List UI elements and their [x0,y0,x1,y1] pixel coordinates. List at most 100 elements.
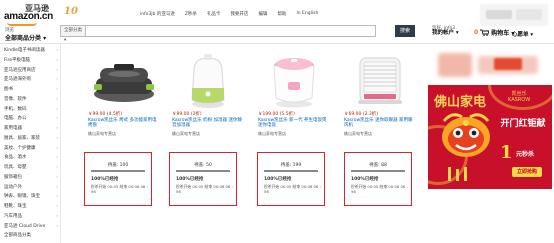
deal-quantity: 待盖: 199 [280,163,302,168]
deal-quantity: 待盖: 100 [107,163,129,168]
product-title-link[interactable]: Kasrow凯丝乐 新一代 养生电饭煲 迷你电饭 [258,118,328,128]
sidebar-item-label: 玩具、母婴 [4,165,27,170]
sidebar-category-item[interactable]: 全部商品分类 [0,231,61,240]
sidebar-category-item[interactable]: 亚马逊应用商店 › [0,66,61,75]
product-price: ￥99.00 (2折) [172,112,202,117]
account-menu[interactable]: 您好, info3 我的帐户 ▾ [432,26,459,36]
top-nav-link[interactable]: info3jb 的亚马逊 [140,11,175,17]
sidebar-item-label: 钟表、眼镜、珠宝 [4,194,40,200]
sidebar-item-label: 亚马逊海外购 [4,77,31,83]
top-nav-link[interactable]: 我要开店 [230,11,248,17]
deal-time-info: 秒杀开始 00:05 结束 00:06 06 : 56 [176,184,233,194]
chevron-right-icon: › [56,165,58,170]
chevron-right-icon: › [56,155,58,161]
chevron-right-icon: › [56,204,58,209]
chevron-right-icon: › [56,57,58,63]
top-nav-link[interactable]: 编辑 [258,11,267,17]
site-header: 亚马逊 amazon.cn 10 info3jb 的亚马逊 Z秒杀 礼品卡 我要开店 编… [0,0,554,44]
lion-dance-illustration [442,113,490,157]
sidebar-item-label: 食品、酒水 [4,155,27,161]
search-button[interactable]: 搜索 [395,25,415,37]
chevron-right-icon: › [56,87,58,92]
grab-now-button[interactable]: 立即抢购 [512,167,542,177]
humidifier-image[interactable] [172,50,244,110]
sidebar-category-item[interactable]: 音像、软件 › [0,95,61,104]
product-title-link[interactable]: Kasrow凯丝乐 烤式 多功能家用电烤盘 [88,118,158,128]
top-nav: info3jb 的亚马逊 Z秒杀 礼品卡 我要开店 编辑 帮助 In English [140,11,318,17]
deal-claimed-status: 100%已经抢 [264,177,292,182]
search-category-select[interactable]: 全部分类 ▾ [60,25,86,43]
deal-quantity: 待盖: 50 [194,163,212,168]
chevron-right-icon: › [56,96,58,102]
promo-block [516,9,542,20]
chevron-right-icon: › [56,223,58,229]
product-title-link[interactable]: Kasrow凯丝乐 奶粉 加湿器 迷你静音加湿器 [172,118,242,128]
sidebar-item-label: 亚马逊 Cloud Drive [4,223,46,229]
sidebar-item-label: 鞋靴、珠宝 [4,204,27,209]
sidebar-category-item[interactable]: 美妆、个护健康 › [0,144,61,153]
product-title-link[interactable]: Kasrow凯丝乐 迷你取暖器 家用暖风机 [344,118,414,128]
heater-image[interactable] [344,50,416,110]
cart-icon [480,29,490,36]
deal-progress-bar [351,170,405,172]
sidebar-category-item[interactable]: 玩具、母婴 › [0,163,61,172]
wishlist-menu[interactable]: 心愿单 ▾ [512,30,533,38]
sidebar-category-item[interactable]: 家用电器 › [0,124,61,133]
deal-time-info: 秒杀开始 00:05 结束 00:06 06 : 56 [264,184,321,194]
sidebar-item-label: 美妆、个护健康 [4,145,36,151]
deal-status-box: 待盖: 199 100%已经抢秒杀开始 00:05 结束 00:06 06 : 5… [257,152,325,206]
header-promo-banner[interactable] [480,4,548,26]
sidebar-item-label: 图书 [4,87,13,92]
sidebar-category-item[interactable]: 电脑、办公 › [0,114,61,123]
rice-cooker-image[interactable] [258,50,330,110]
promo-block [486,10,512,19]
sidebar-item-label: Kindle电子书阅读器 [4,48,45,53]
top-nav-link[interactable]: 帮助 [277,11,286,17]
sidebar-category-item[interactable]: 厨具、居家、家装 › [0,134,61,143]
chevron-right-icon: › [56,48,58,53]
product-seller: 佛山家电专营店 [172,131,200,136]
deal-status-box: 待盖: 50 100%已经抢 秒杀开始 00:05 结束 00:06 06 : 56 [169,152,237,206]
sidebar-category-item[interactable]: 亚马逊 Cloud Drive › [0,222,61,231]
sidebar-category-item[interactable]: 亚马逊海外购 › [0,75,61,84]
sidebar-item-label: 厨具、居家、家装 [4,135,40,141]
top-right-ad[interactable] [428,44,552,84]
top-nav-link[interactable]: In English [296,11,318,17]
promo-ad-banner[interactable]: 佛山家电 凯丝乐 KASROW 开门红钜献 1 元秒杀 立即抢购 [428,85,552,189]
amazon-logo[interactable]: 亚马逊 amazon.cn [4,3,64,26]
sidebar-item-label: 手机、数码 [4,106,27,112]
sidebar-category-item[interactable]: 图书 › [0,85,61,94]
category-sidebar: Kindle电子书阅读器 › Fire平板电脑 › 亚马逊应用商店 › 亚马逊海外购 › 图书 ›… [0,44,61,243]
ad-tag-blur [494,58,522,70]
sidebar-category-item[interactable]: 运动户外 › [0,183,61,192]
deal-status-box: 待盖: 88 100%已经抢 秒杀开始 00:05 结束 00:06 06 : 56 [344,152,412,206]
sidebar-category-item[interactable]: Kindle电子书阅读器 › [0,46,61,55]
search-input[interactable] [86,25,376,37]
sidebar-category-item[interactable]: 食品、酒水 › [0,153,61,162]
deal-time-info: 秒杀开始 00:05 结束 00:06 06 : 56 [91,184,148,194]
sidebar-category-item[interactable]: 手机、数码 › [0,105,61,114]
sidebar-category-item[interactable]: 汽车用品 › [0,212,61,221]
cart-button[interactable]: 0 购物车 ▾ [474,28,514,37]
sidebar-item-label: 家用电器 [4,126,22,131]
chevron-right-icon: › [56,135,58,141]
deal-progress-fill [351,170,405,172]
top-nav-link[interactable]: Z秒杀 [185,11,197,17]
chevron-right-icon: › [56,106,58,112]
product-price: ￥199.00 (5.5折) [258,112,295,117]
sidebar-category-item[interactable]: 鞋靴、珠宝 › [0,202,61,211]
sidebar-category-item[interactable]: Fire平板电脑 › [0,56,61,65]
ad-price-unit: 元秒杀 [516,151,535,158]
deal-progress-bar [264,170,318,172]
sidebar-item-label: 服饰箱包 [4,174,22,180]
all-categories-menu[interactable]: 全部商品分类 ▾ [5,33,46,42]
sidebar-item-label: Fire平板电脑 [4,57,31,63]
deal-progress-bar [176,170,230,172]
electric-grill-image[interactable] [88,50,160,110]
ad-brand-logo: 凯丝乐 KASROW [508,91,531,103]
chevron-right-icon: › [56,213,58,219]
sidebar-category-item[interactable]: 钟表、眼镜、珠宝 › [0,192,61,201]
sidebar-category-item[interactable]: 服饰箱包 › [0,173,61,182]
ad-headline: 开门红钜献 [500,119,546,129]
top-nav-link[interactable]: 礼品卡 [207,11,221,17]
